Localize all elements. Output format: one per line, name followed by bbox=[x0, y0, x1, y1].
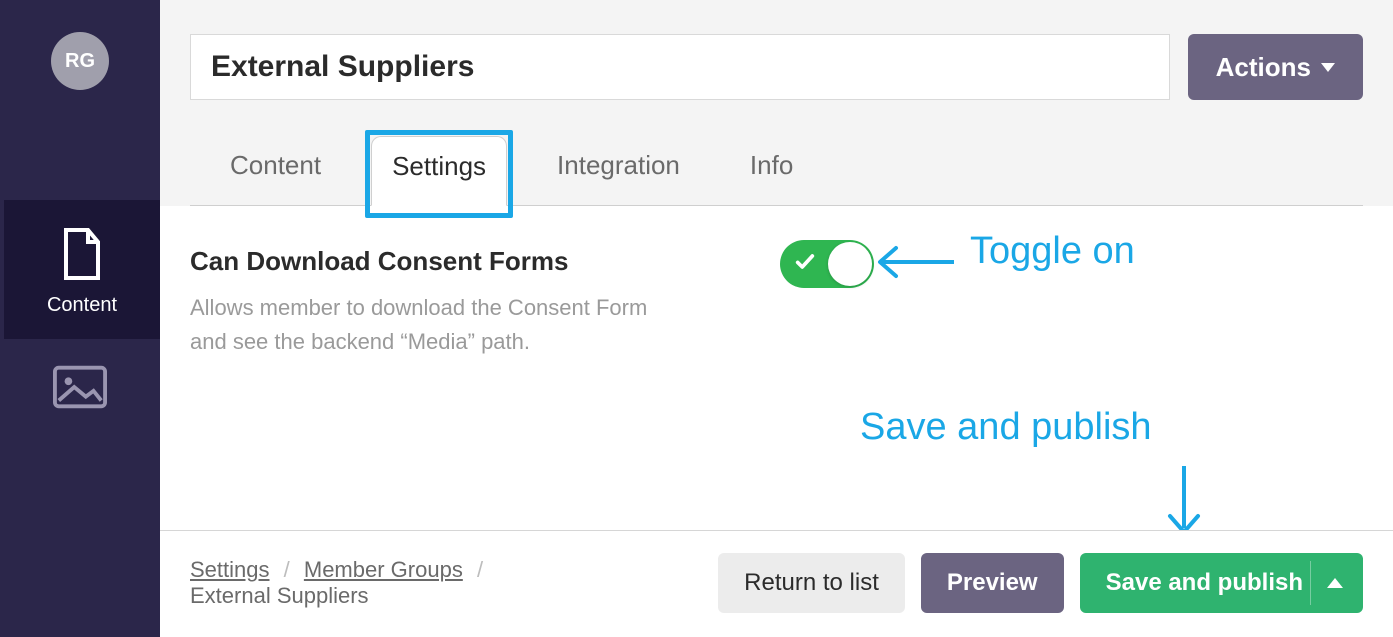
annotation-save-label: Save and publish bbox=[860, 406, 1152, 449]
check-icon bbox=[794, 251, 816, 278]
actions-button[interactable]: Actions bbox=[1188, 34, 1363, 100]
sidebar: RG Content bbox=[0, 0, 160, 637]
breadcrumb: Settings / Member Groups / External Supp… bbox=[190, 557, 491, 609]
breadcrumb-separator: / bbox=[284, 557, 290, 582]
tab-label: Settings bbox=[392, 151, 486, 181]
main: Actions Content Settings Integration Inf… bbox=[160, 0, 1393, 637]
actions-button-label: Actions bbox=[1216, 52, 1311, 83]
breadcrumb-separator: / bbox=[477, 557, 483, 582]
toggle-consent-forms[interactable] bbox=[780, 240, 874, 288]
document-icon bbox=[58, 226, 106, 282]
button-label: Return to list bbox=[744, 569, 879, 597]
button-divider bbox=[1310, 561, 1311, 605]
setting-title: Can Download Consent Forms bbox=[190, 246, 660, 277]
header-area: Actions Content Settings Integration Inf… bbox=[160, 0, 1393, 206]
chevron-down-icon bbox=[1321, 63, 1335, 72]
toggle-knob bbox=[828, 242, 872, 286]
tab-info[interactable]: Info bbox=[730, 136, 813, 206]
sidebar-item-content[interactable]: Content bbox=[0, 200, 160, 339]
page-title-input[interactable] bbox=[190, 34, 1170, 100]
return-to-list-button[interactable]: Return to list bbox=[718, 553, 905, 613]
avatar-initials: RG bbox=[65, 50, 95, 73]
save-and-publish-button[interactable]: Save and publish bbox=[1080, 553, 1363, 613]
breadcrumb-link-settings[interactable]: Settings bbox=[190, 557, 270, 582]
footer: Settings / Member Groups / External Supp… bbox=[160, 530, 1393, 637]
button-label: Preview bbox=[947, 569, 1038, 597]
button-label: Save and publish bbox=[1106, 569, 1303, 597]
tab-label: Info bbox=[750, 150, 793, 180]
avatar[interactable]: RG bbox=[51, 32, 109, 90]
setting-row-consent-forms: Can Download Consent Forms Allows member… bbox=[190, 246, 1363, 359]
chevron-up-icon bbox=[1327, 578, 1343, 588]
breadcrumb-current: External Suppliers bbox=[190, 583, 369, 608]
footer-actions: Return to list Preview Save and publish bbox=[718, 553, 1363, 613]
tab-integration[interactable]: Integration bbox=[537, 136, 700, 206]
tab-underline bbox=[190, 205, 1363, 206]
tab-content[interactable]: Content bbox=[210, 136, 341, 206]
tab-label: Content bbox=[230, 150, 321, 180]
breadcrumb-link-member-groups[interactable]: Member Groups bbox=[304, 557, 463, 582]
tab-bar: Content Settings Integration Info bbox=[190, 136, 1363, 206]
sidebar-item-label: Content bbox=[47, 294, 117, 317]
preview-button[interactable]: Preview bbox=[921, 553, 1064, 613]
tab-label: Integration bbox=[557, 150, 680, 180]
tab-settings[interactable]: Settings bbox=[371, 136, 507, 206]
settings-panel: Can Download Consent Forms Allows member… bbox=[160, 206, 1393, 530]
image-icon bbox=[53, 365, 107, 409]
setting-description: Allows member to download the Consent Fo… bbox=[190, 291, 660, 359]
sidebar-item-media[interactable] bbox=[0, 339, 160, 431]
